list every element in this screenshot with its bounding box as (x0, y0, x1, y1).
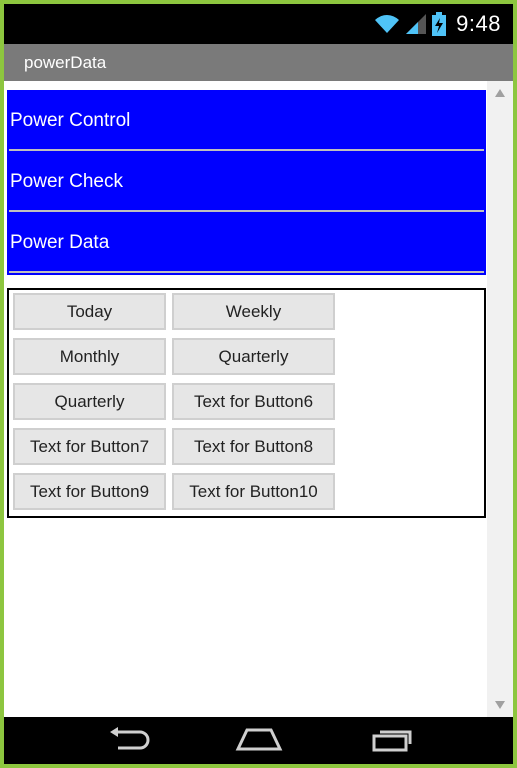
scroll-down-button[interactable] (487, 695, 513, 715)
recents-icon (370, 726, 414, 757)
button-grid: Today Weekly Monthly Quarterly Quarterly… (7, 288, 486, 518)
menu-item-power-data[interactable]: Power Data (7, 212, 486, 273)
status-clock: 9:48 (456, 11, 501, 36)
triangle-up-icon (495, 84, 505, 102)
back-icon (106, 726, 150, 757)
quarterly-button-2[interactable]: Quarterly (13, 383, 166, 420)
button7[interactable]: Text for Button7 (13, 428, 166, 465)
scroll-up-button[interactable] (487, 83, 513, 103)
button10[interactable]: Text for Button10 (172, 473, 335, 510)
menu-item-power-check[interactable]: Power Check (7, 151, 486, 212)
menu-list: Power Control Power Check Power Data (7, 90, 486, 275)
vertical-scrollbar[interactable] (487, 81, 513, 717)
status-icons: 9:48 (374, 4, 501, 44)
weekly-button[interactable]: Weekly (172, 293, 335, 330)
navigation-bar (4, 717, 513, 764)
triangle-down-icon (495, 696, 505, 714)
signal-icon (406, 14, 427, 34)
content-area: Power Control Power Check Power Data Tod… (4, 81, 513, 717)
app-title: powerData (24, 53, 107, 72)
wifi-icon (374, 14, 400, 34)
recents-button[interactable] (362, 723, 422, 759)
monthly-button[interactable]: Monthly (13, 338, 166, 375)
battery-charging-icon (432, 12, 447, 36)
device-screen: 9:48 powerData Power Control Power Check… (4, 4, 513, 764)
quarterly-button[interactable]: Quarterly (172, 338, 335, 375)
home-icon (235, 726, 283, 757)
button8[interactable]: Text for Button8 (172, 428, 335, 465)
button9[interactable]: Text for Button9 (13, 473, 166, 510)
today-button[interactable]: Today (13, 293, 166, 330)
back-button[interactable] (98, 723, 158, 759)
home-button[interactable] (229, 723, 289, 759)
button6[interactable]: Text for Button6 (172, 383, 335, 420)
menu-item-power-control[interactable]: Power Control (7, 90, 486, 151)
app-bar: powerData (4, 44, 513, 81)
status-bar: 9:48 (4, 4, 513, 44)
